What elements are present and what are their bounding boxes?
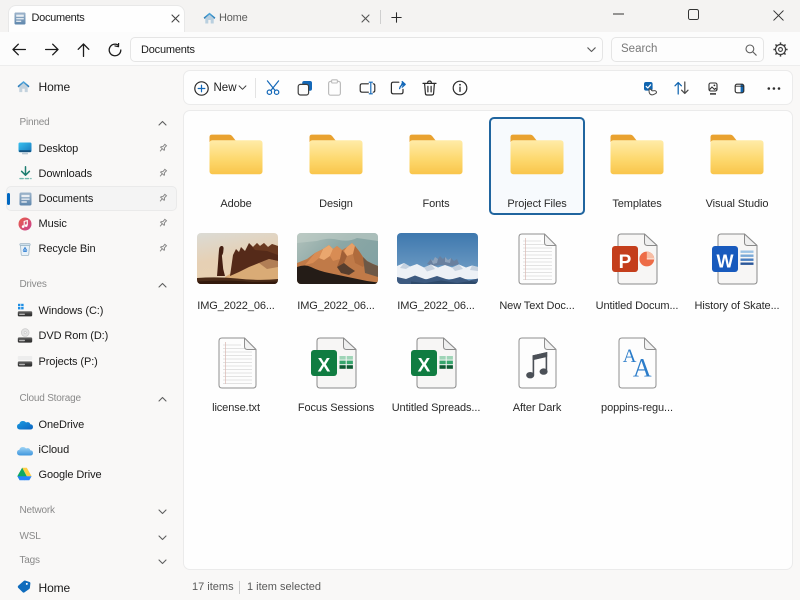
svg-text:A: A: [633, 354, 652, 383]
svg-text:X: X: [418, 355, 431, 376]
svg-text:X: X: [318, 355, 331, 376]
svg-text:W: W: [717, 252, 734, 272]
svg-text:P: P: [619, 252, 632, 273]
